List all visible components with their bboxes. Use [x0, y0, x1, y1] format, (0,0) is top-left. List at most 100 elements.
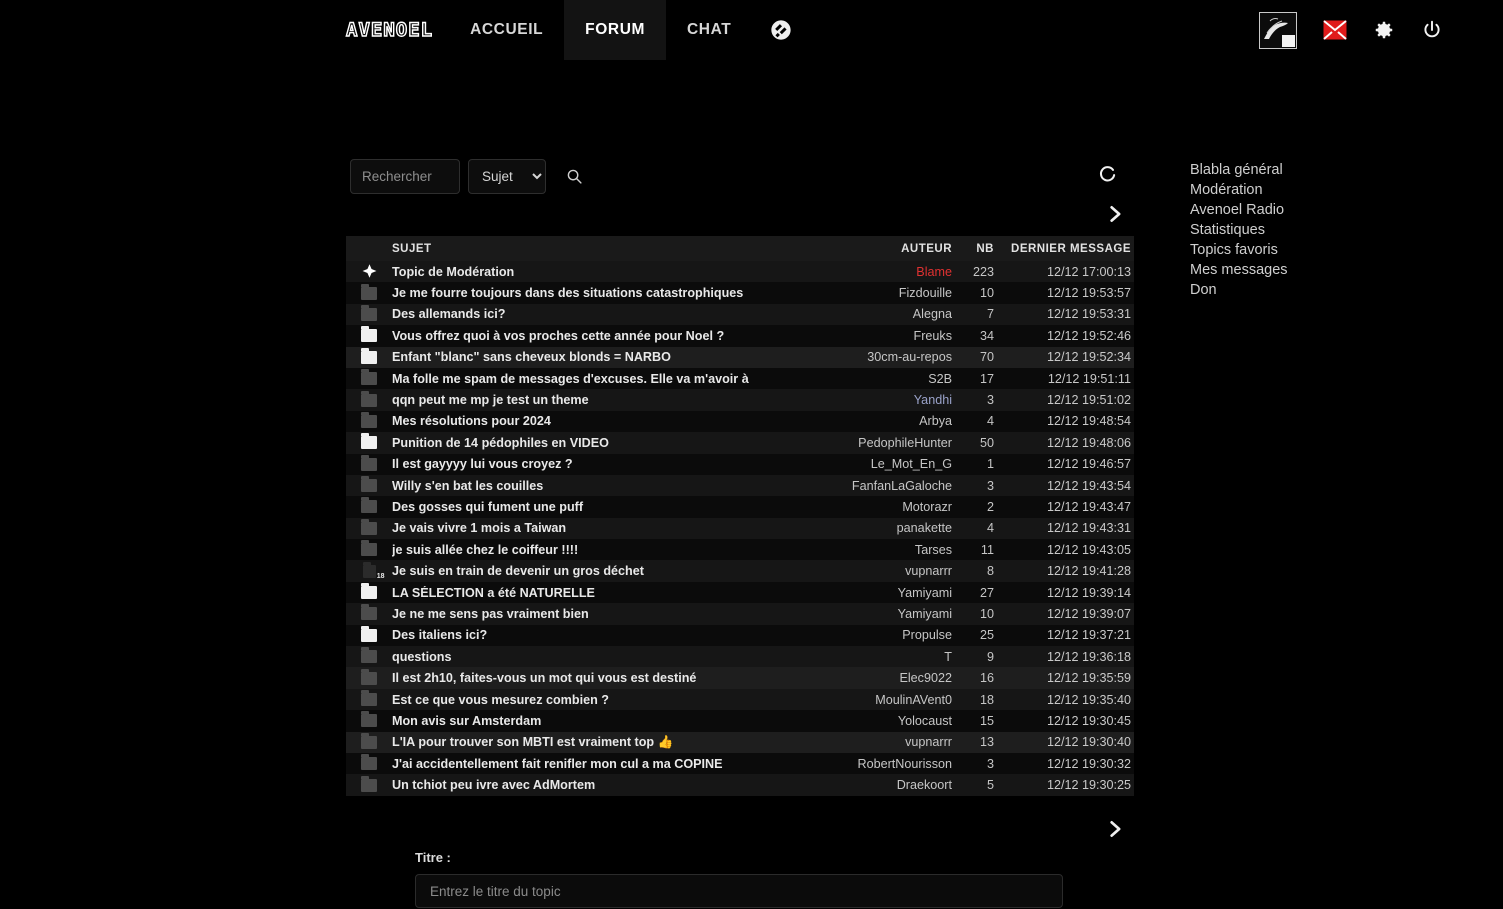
table-row[interactable]: Je ne me sens pas vraiment bien Yamiyami 1…: [346, 603, 1134, 625]
nav-item-accueil[interactable]: ACCUEIL: [449, 0, 564, 60]
topic-title[interactable]: qqn peut me mp je test un theme: [392, 393, 812, 407]
topic-title[interactable]: Punition de 14 pédophiles en VIDEO: [392, 436, 812, 450]
topic-title[interactable]: Je vais vivre 1 mois a Taiwan: [392, 521, 812, 535]
topic-title[interactable]: Ma folle me spam de messages d'excuses. …: [392, 372, 812, 386]
sidebar-item-mes-messages[interactable]: Mes messages: [1190, 260, 1288, 280]
table-row[interactable]: Je vais vivre 1 mois a Taiwan panakette 4 1…: [346, 517, 1134, 540]
topic-author[interactable]: Freuks: [812, 329, 953, 343]
topic-author[interactable]: Fizdouille: [812, 286, 952, 300]
topic-title[interactable]: J'ai accidentellement fait renifler mon …: [392, 757, 812, 771]
site-logo[interactable]: AVENOEL: [330, 0, 449, 60]
topic-author[interactable]: 30cm-au-repos: [812, 350, 952, 364]
topic-title-input[interactable]: [415, 874, 1063, 908]
topic-title[interactable]: Je suis en train de devenir un gros déch…: [392, 564, 812, 578]
table-row[interactable]: L'IA pour trouver son MBTI est vraiment …: [346, 731, 1134, 753]
topic-author[interactable]: Tarses: [812, 543, 952, 557]
topic-author[interactable]: Alegna: [812, 307, 952, 321]
topic-title[interactable]: Willy s'en bat les couilles: [392, 479, 812, 493]
messages-button[interactable]: [1323, 20, 1347, 40]
column-header-nb[interactable]: NB: [952, 243, 994, 255]
table-row[interactable]: Des gosses qui fument une puff Motorazr 2 1…: [346, 496, 1134, 518]
topic-title[interactable]: Vous offrez quoi à vos proches cette ann…: [392, 329, 812, 343]
table-row[interactable]: Mon avis sur Amsterdam Yolocaust 15 12/12 1…: [346, 710, 1134, 732]
topic-title[interactable]: Est ce que vous mesurez combien ?: [392, 693, 812, 707]
search-submit-button[interactable]: [566, 168, 583, 185]
table-row[interactable]: Enfant "blanc" sans cheveux blonds = NAR…: [346, 346, 1134, 368]
sidebar-item-don[interactable]: Don: [1190, 280, 1288, 300]
table-row[interactable]: Ma folle me spam de messages d'excuses. …: [346, 367, 1134, 390]
table-row[interactable]: Des allemands ici? Alegna 7 12/12 19:53:31: [346, 303, 1134, 326]
topic-title[interactable]: Je me fourre toujours dans des situation…: [392, 286, 812, 300]
column-header-date[interactable]: DERNIER MESSAGE: [994, 243, 1134, 255]
topic-author[interactable]: Motorazr: [812, 500, 952, 514]
table-row[interactable]: Il est gayyyy lui vous croyez ? Le_Mot_En…: [346, 453, 1134, 475]
topic-author[interactable]: T: [812, 650, 952, 664]
topic-author[interactable]: Yolocaust: [812, 714, 952, 728]
topic-author[interactable]: vupnarrr: [812, 735, 952, 749]
topic-title[interactable]: questions: [392, 650, 812, 664]
topic-title[interactable]: Enfant "blanc" sans cheveux blonds = NAR…: [392, 350, 812, 364]
nav-item-hash[interactable]: [752, 0, 810, 60]
topic-author[interactable]: PedophileHunter: [812, 436, 952, 450]
search-scope-select[interactable]: Sujet: [468, 159, 546, 194]
topic-author[interactable]: Draekoort: [812, 778, 952, 792]
search-input[interactable]: [350, 159, 460, 194]
topic-title[interactable]: Il est gayyyy lui vous croyez ?: [392, 457, 812, 471]
table-row[interactable]: Il est 2h10, faites-vous un mot qui vous…: [346, 667, 1134, 689]
topic-title[interactable]: LA SÉLECTION a été NATURELLE: [392, 586, 812, 600]
topic-author[interactable]: Propulse: [812, 628, 952, 642]
table-row[interactable]: Des italiens ici? Propulse 25 12/12 19:37:2…: [346, 624, 1134, 647]
settings-button[interactable]: [1373, 19, 1395, 41]
column-header-sujet[interactable]: SUJET: [392, 243, 812, 255]
refresh-button[interactable]: [1098, 164, 1117, 183]
topic-author[interactable]: Le_Mot_En_G: [812, 457, 952, 471]
table-row[interactable]: LA SÉLECTION a été NATURELLE Yamiyami 27 12…: [346, 581, 1134, 604]
table-row[interactable]: J'ai accidentellement fait renifler mon …: [346, 752, 1134, 775]
table-row[interactable]: Un tchiot peu ivre avec AdMortem Draekoor…: [346, 774, 1134, 796]
table-row[interactable]: Topic de Modération Blame 223 12/12 17:00:1…: [346, 261, 1134, 283]
topic-author[interactable]: FanfanLaGaloche: [812, 479, 952, 493]
sidebar-item-topics-favoris[interactable]: Topics favoris: [1190, 240, 1288, 260]
topic-author[interactable]: S2B: [812, 372, 952, 386]
table-row[interactable]: Mes résolutions pour 2024 Arbya 4 12/12 19:…: [346, 410, 1134, 433]
topic-title[interactable]: Des gosses qui fument une puff: [392, 500, 812, 514]
topic-title[interactable]: Mon avis sur Amsterdam: [392, 714, 812, 728]
sidebar-item-avenoel-radio[interactable]: Avenoel Radio: [1190, 200, 1288, 220]
topic-author[interactable]: Elec9022: [812, 671, 952, 685]
topic-author[interactable]: Yandhi: [812, 393, 952, 407]
next-page-button-bottom[interactable]: [1105, 818, 1125, 840]
table-row[interactable]: Je me fourre toujours dans des situation…: [346, 282, 1134, 304]
sidebar-item-moderation[interactable]: Modération: [1190, 180, 1288, 200]
column-header-auteur[interactable]: AUTEUR: [812, 243, 952, 255]
avatar[interactable]: [1259, 11, 1297, 49]
topic-title[interactable]: Je ne me sens pas vraiment bien: [392, 607, 812, 621]
topic-author[interactable]: vupnarrr: [812, 564, 952, 578]
topic-author[interactable]: MoulinAVent0: [812, 693, 952, 707]
table-row[interactable]: Vous offrez quoi à vos proches cette ann…: [346, 325, 1134, 347]
topic-author[interactable]: panakette: [812, 521, 952, 535]
table-row[interactable]: 18 Je suis en train de devenir un gros dé…: [346, 560, 1134, 582]
topic-title[interactable]: Un tchiot peu ivre avec AdMortem: [392, 778, 812, 792]
topic-title[interactable]: L'IA pour trouver son MBTI est vraiment …: [392, 735, 812, 750]
nav-item-forum[interactable]: FORUM: [564, 0, 666, 60]
topic-title[interactable]: je suis allée chez le coiffeur !!!!: [392, 543, 812, 557]
table-row[interactable]: je suis allée chez le coiffeur !!!! Tarse…: [346, 539, 1134, 561]
sidebar-item-statistiques[interactable]: Statistiques: [1190, 220, 1288, 240]
table-row[interactable]: Punition de 14 pédophiles en VIDEO Pedoph…: [346, 432, 1134, 454]
logout-button[interactable]: [1421, 19, 1443, 41]
table-row[interactable]: Willy s'en bat les couilles FanfanLaGaloc…: [346, 474, 1134, 497]
sidebar-item-blabla-general[interactable]: Blabla général: [1190, 160, 1288, 180]
topic-title[interactable]: Des italiens ici?: [392, 628, 812, 642]
topic-title[interactable]: Topic de Modération: [392, 265, 812, 279]
topic-author[interactable]: Arbya: [812, 414, 952, 428]
topic-author[interactable]: Yamiyami: [812, 607, 952, 621]
topic-title[interactable]: Il est 2h10, faites-vous un mot qui vous…: [392, 671, 812, 685]
table-row[interactable]: qqn peut me mp je test un theme Yandhi 3 12…: [346, 389, 1134, 411]
topic-title[interactable]: Des allemands ici?: [392, 307, 812, 321]
topic-author[interactable]: RobertNourisson: [812, 757, 953, 771]
topic-title[interactable]: Mes résolutions pour 2024: [392, 414, 812, 428]
table-row[interactable]: Est ce que vous mesurez combien ? MoulinA…: [346, 688, 1134, 711]
table-row[interactable]: questions T 9 12/12 19:36:18: [346, 646, 1134, 668]
topic-author[interactable]: Yamiyami: [812, 586, 952, 600]
topic-author[interactable]: Blame: [812, 265, 952, 279]
